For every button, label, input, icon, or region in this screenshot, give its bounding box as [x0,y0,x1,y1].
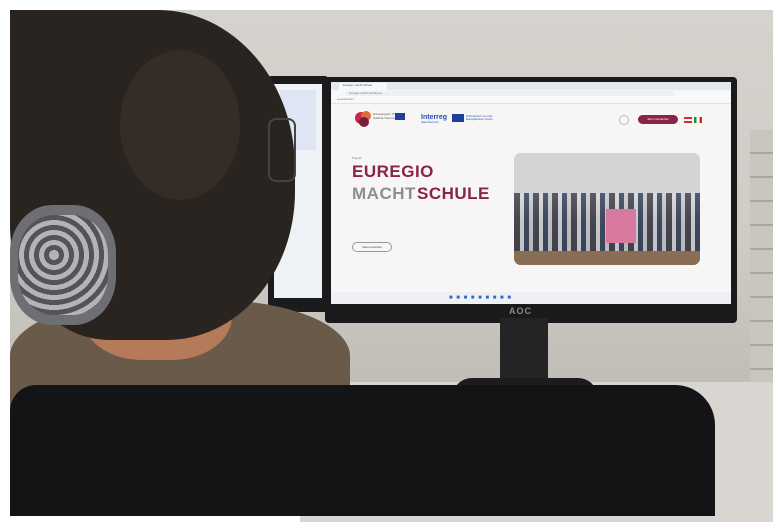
hero-video-button[interactable]: Video ansehen [352,242,392,252]
hero-label: Projekt [352,156,362,160]
website-screen: Euregio macht Schule euregio-macht-schul… [331,82,731,304]
eu-cofunded-flag-icon [452,114,464,122]
hero-title-schule: SCHULE [417,184,490,203]
bookmarks-label[interactable]: Lesezeichen [337,97,354,101]
address-bar[interactable] [345,91,675,96]
address-text: euregio-macht-schule.eu [349,91,383,95]
hero-group-photo [514,153,700,265]
browser-tab-title: Euregio macht Schule [343,83,373,87]
eu-cofunded-text: Kofinanziert von der Europäischen Union [466,114,494,121]
cta-button[interactable]: Jetzt mitmachen [638,115,678,124]
interreg-subtitle: Italia-Österreich [421,121,439,124]
wall-slats [750,130,773,390]
office-chair [10,385,715,516]
pink-banner [606,209,636,243]
language-it-flag-icon[interactable] [694,117,702,123]
hair-scrunchie [10,205,116,325]
bookmarks-bar [331,97,731,104]
hero-title-line1: EUREGIO [352,162,434,181]
euregio-logo-icon[interactable] [353,108,375,130]
glasses-icon [268,118,296,182]
search-icon[interactable] [619,115,629,125]
language-at-flag-icon[interactable] [684,117,692,123]
monitor-brand-logo: AOC [509,306,532,316]
hero-title-macht: MACHT [352,184,416,203]
browser-tabbar [331,82,731,90]
eu-flag-icon [395,113,405,120]
taskbar-icons[interactable]: ■ ■ ■ ■ ■ ■ ■ ■ ■ [449,295,512,301]
taskbar [331,292,731,304]
interreg-logo: Interreg [421,114,448,121]
